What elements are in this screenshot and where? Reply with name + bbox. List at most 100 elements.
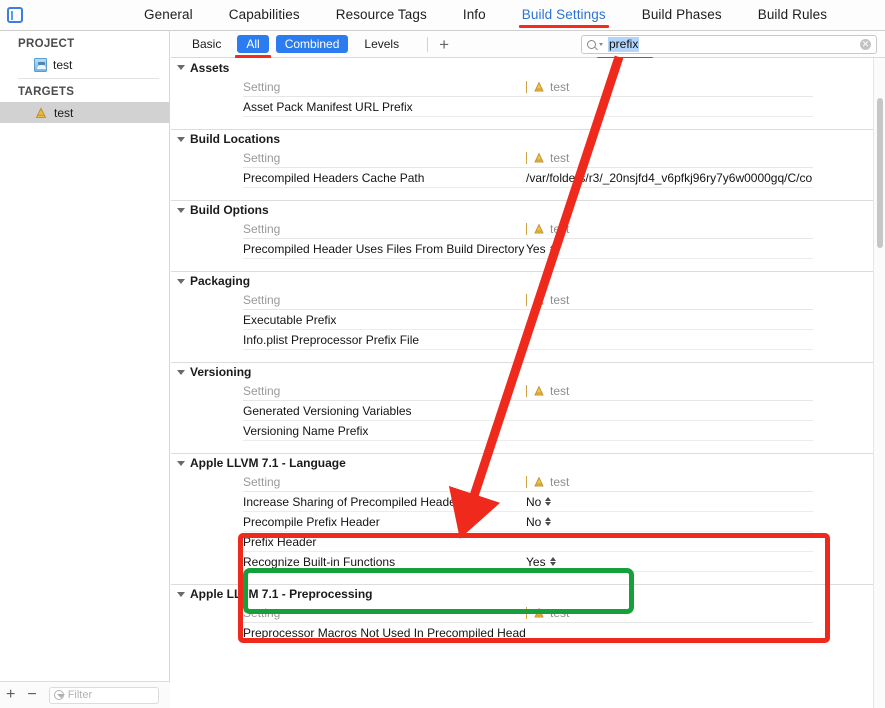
settings-group-header[interactable]: Packaging — [171, 271, 885, 290]
target-chip: test — [532, 384, 569, 398]
setting-value[interactable]: No — [526, 495, 541, 509]
settings-row[interactable]: Precompiled Headers Cache Path/var/folde… — [243, 168, 813, 188]
column-divider — [526, 606, 527, 619]
setting-value[interactable]: Yes — [526, 555, 546, 569]
tab-build-phases[interactable]: Build Phases — [642, 0, 722, 30]
segment-combined[interactable]: Combined — [275, 35, 349, 53]
chevron-down-icon[interactable] — [177, 278, 185, 284]
segment-basic[interactable]: Basic — [183, 35, 230, 53]
tab-build-rules[interactable]: Build Rules — [758, 0, 827, 30]
settings-group-header[interactable]: Assets — [171, 58, 885, 77]
settings-row[interactable]: Info.plist Preprocessor Prefix File — [243, 330, 813, 350]
settings-row[interactable]: Prefix Header — [243, 532, 813, 552]
settings-group-spacer — [243, 643, 813, 655]
chevron-down-icon[interactable] — [177, 369, 185, 375]
settings-row[interactable]: Executable Prefix — [243, 310, 813, 330]
settings-row[interactable]: Versioning Name Prefix — [243, 421, 813, 441]
clear-icon[interactable]: ✕ — [860, 38, 871, 50]
target-column-header: test — [526, 80, 813, 94]
search-icon — [587, 39, 596, 49]
setting-value[interactable]: Yes — [526, 242, 546, 256]
scrollbar-thumb[interactable] — [877, 98, 883, 248]
settings-scrollbar[interactable] — [873, 58, 885, 708]
tab-info[interactable]: Info — [463, 0, 486, 30]
setting-name: Recognize Built-in Functions — [243, 554, 396, 569]
settings-filter-segments: Basic All Combined Levels — [183, 35, 415, 59]
project-navigator-icon[interactable] — [7, 7, 23, 23]
remove-target-button[interactable]: − — [21, 687, 42, 703]
settings-row[interactable]: Preprocessor Macros Not Used In Precompi… — [243, 623, 813, 643]
add-build-setting-button[interactable]: + — [436, 36, 452, 53]
target-chip: test — [532, 475, 569, 489]
setting-name: Precompile Prefix Header — [243, 514, 380, 529]
xcode-build-settings-window: General Capabilities Resource Tags Info Buil… — [0, 0, 885, 708]
segment-all[interactable]: All — [235, 35, 271, 59]
chevron-down-icon[interactable] — [177, 591, 185, 597]
search-input[interactable]: prefix ✕ — [581, 34, 877, 54]
settings-group-header[interactable]: Versioning — [171, 362, 885, 381]
sidebar-item-project-test[interactable]: test — [0, 54, 169, 75]
settings-group-header[interactable]: Build Locations — [171, 129, 885, 148]
settings-row[interactable]: Precompiled Header Uses Files From Build… — [243, 239, 813, 259]
build-settings-table[interactable]: Assets Setting test Asset Pack Manifest URL… — [171, 58, 885, 708]
setting-value[interactable]: /var/folders/r3/_20nsjfd4_v6pfkj96ry7y6w… — [526, 171, 813, 185]
setting-value-cell[interactable]: No — [526, 495, 813, 509]
segment-levels[interactable]: Levels — [355, 35, 408, 53]
stepper-icon[interactable] — [549, 243, 556, 254]
stepper-icon[interactable] — [545, 516, 552, 527]
settings-group-title: Apple LLVM 7.1 - Preprocessing — [190, 587, 373, 601]
settings-row[interactable]: Increase Sharing of Precompiled Headers N… — [243, 492, 813, 512]
settings-group-spacer — [243, 117, 813, 129]
sidebar-scrollbar[interactable] — [164, 31, 169, 708]
settings-group-spacer — [243, 572, 813, 584]
toolbar-divider — [427, 36, 429, 52]
settings-column-header-row: Setting test — [243, 472, 813, 492]
chevron-down-icon[interactable] — [177, 136, 185, 142]
sidebar-group-targets: TARGETS — [18, 86, 75, 98]
segment-label: Levels — [364, 37, 400, 51]
add-target-button[interactable]: + — [0, 687, 21, 703]
search-input-value: prefix — [608, 36, 640, 52]
stepper-icon[interactable] — [549, 556, 556, 567]
setting-name: Increase Sharing of Precompiled Headers — [243, 494, 466, 509]
target-chip: test — [532, 151, 569, 165]
tab-capabilities[interactable]: Capabilities — [229, 0, 300, 30]
target-column-label: test — [550, 474, 570, 489]
project-targets-sidebar: PROJECT test TARGETS test + − Filter — [0, 31, 170, 708]
setting-value-cell[interactable]: Yes — [526, 555, 813, 569]
tab-resource-tags[interactable]: Resource Tags — [336, 0, 427, 30]
chevron-down-icon[interactable] — [177, 460, 185, 466]
setting-value-cell[interactable]: /var/folders/r3/_20nsjfd4_v6pfkj96ry7y6w… — [526, 171, 813, 185]
settings-row[interactable]: Generated Versioning Variables — [243, 401, 813, 421]
target-column-label: test — [550, 292, 570, 307]
tab-general[interactable]: General — [144, 0, 193, 30]
chevron-down-icon[interactable] — [177, 65, 185, 70]
settings-group-header[interactable]: Apple LLVM 7.1 - Language — [171, 453, 885, 472]
setting-value-cell[interactable]: No — [526, 515, 813, 529]
filter-field[interactable]: Filter — [48, 686, 159, 704]
chevron-down-icon[interactable] — [177, 207, 185, 213]
tab-build-settings[interactable]: Build Settings — [518, 0, 609, 30]
setting-column-header: Setting — [243, 292, 281, 307]
xcode-target-icon — [532, 606, 546, 620]
segment-label: All — [246, 37, 260, 51]
tab-label: Build Rules — [757, 7, 828, 22]
settings-row[interactable]: Precompile Prefix Header No — [243, 512, 813, 532]
target-chip: test — [532, 80, 569, 94]
column-divider — [526, 151, 527, 164]
target-column-label: test — [550, 221, 570, 236]
setting-value[interactable]: No — [526, 515, 541, 529]
settings-group-header[interactable]: Apple LLVM 7.1 - Preprocessing — [171, 584, 885, 603]
setting-value-cell[interactable]: Yes — [526, 242, 813, 256]
segment-label: Combined — [284, 37, 340, 51]
target-column-header: test — [526, 293, 813, 307]
stepper-icon[interactable] — [545, 496, 552, 507]
settings-row[interactable]: Asset Pack Manifest URL Prefix — [243, 97, 813, 117]
settings-row[interactable]: Recognize Built-in Functions Yes — [243, 552, 813, 572]
sidebar-item-target-test[interactable]: test — [0, 102, 169, 123]
settings-group-header[interactable]: Build Options — [171, 200, 885, 219]
chevron-down-icon[interactable] — [599, 42, 603, 46]
xcode-target-icon — [532, 222, 546, 236]
setting-column-header: Setting — [243, 474, 281, 489]
setting-name: Precompiled Headers Cache Path — [243, 170, 425, 185]
